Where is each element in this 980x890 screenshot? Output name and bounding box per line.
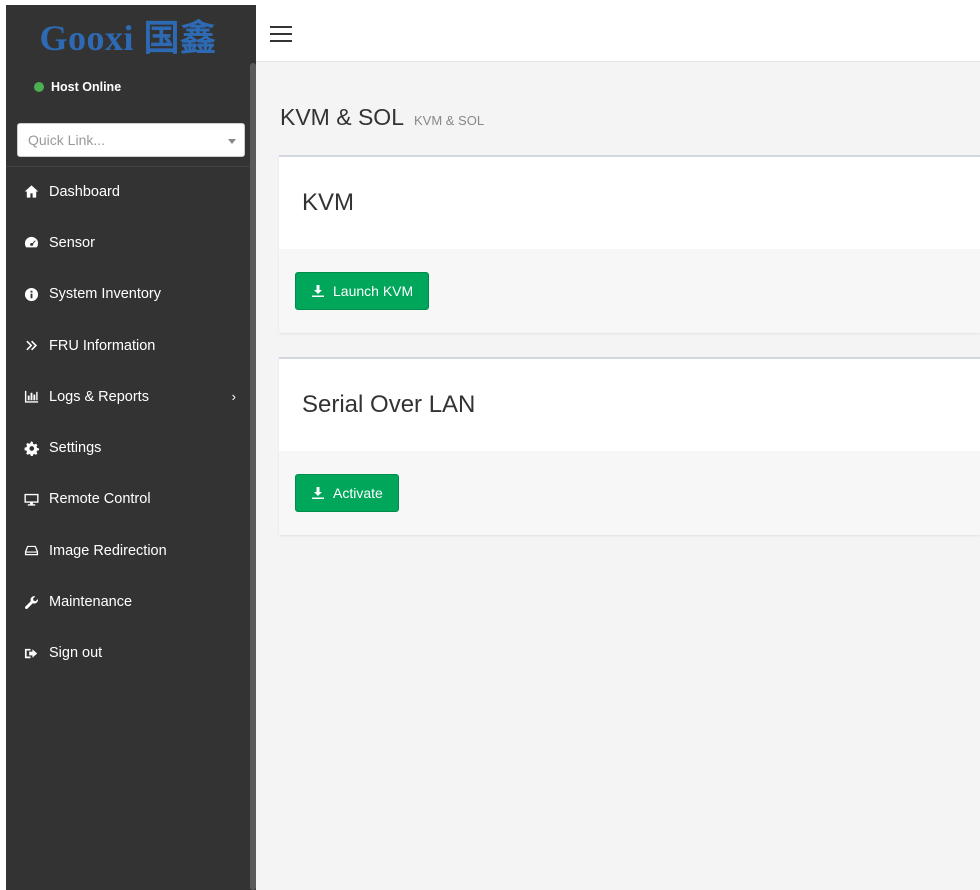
- sidebar-item-fru-information[interactable]: FRU Information: [6, 320, 250, 371]
- sidebar-item-label: Sign out: [49, 645, 103, 662]
- sidebar-item-sensor[interactable]: Sensor: [6, 217, 250, 268]
- sidebar-item-logs-reports[interactable]: Logs & Reports ›: [6, 371, 250, 422]
- sign-out-icon: [23, 645, 39, 661]
- sidebar-item-label: System Inventory: [49, 286, 162, 303]
- launch-kvm-button[interactable]: Launch KVM: [295, 272, 430, 310]
- kvm-box-title: KVM: [279, 157, 980, 249]
- sidebar-item-label: Dashboard: [49, 183, 120, 200]
- top-bar: [256, 5, 980, 62]
- sidebar-item-dashboard[interactable]: Dashboard: [6, 166, 250, 217]
- sidebar-item-label: Remote Control: [49, 491, 151, 508]
- kvm-box-body: Launch KVM: [279, 249, 980, 333]
- download-icon: [312, 487, 324, 499]
- sidebar-item-label: FRU Information: [49, 337, 156, 354]
- home-icon: [23, 184, 39, 200]
- page-title: KVM & SOL: [280, 104, 404, 130]
- menu-toggle-icon[interactable]: [270, 26, 292, 42]
- sidebar-item-system-inventory[interactable]: System Inventory: [6, 269, 250, 320]
- sidebar-item-maintenance[interactable]: Maintenance: [6, 576, 250, 627]
- page-header: KVM & SOL KVM & SOL: [280, 104, 484, 131]
- gear-icon: [23, 440, 39, 456]
- sidebar-item-label: Maintenance: [49, 594, 133, 611]
- quick-link-placeholder: Quick Link...: [28, 132, 106, 148]
- sidebar-item-label: Settings: [49, 440, 102, 457]
- status-dot-icon: [34, 82, 44, 92]
- sol-box-title: Serial Over LAN: [279, 359, 980, 451]
- brand-logo[interactable]: Gooxi 国鑫: [6, 5, 250, 65]
- drive-icon: [23, 543, 39, 559]
- sidebar-item-settings[interactable]: Settings: [6, 422, 250, 473]
- kvm-box: KVM Launch KVM: [279, 155, 980, 333]
- sidebar-item-remote-control[interactable]: Remote Control: [6, 474, 250, 525]
- wrench-icon: [23, 594, 39, 610]
- quick-link-select[interactable]: Quick Link...: [17, 123, 245, 157]
- chevron-right-icon: ›: [231, 389, 236, 405]
- sidebar-item-label: Logs & Reports: [49, 388, 149, 405]
- page-subtitle: KVM & SOL: [413, 113, 485, 128]
- sidebar-item-image-redirection[interactable]: Image Redirection: [6, 525, 250, 576]
- activate-sol-label: Activate: [333, 485, 383, 501]
- sidebar-scrollbar[interactable]: [250, 63, 256, 890]
- sidebar-item-label: Image Redirection: [49, 542, 167, 559]
- dashboard-gauge-icon: [23, 235, 39, 251]
- double-chevron-icon: [23, 338, 39, 354]
- sidebar-item-sign-out[interactable]: Sign out: [6, 628, 250, 679]
- bar-chart-icon: [23, 389, 39, 405]
- sol-box: Serial Over LAN Activate: [279, 357, 980, 535]
- launch-kvm-label: Launch KVM: [333, 283, 414, 299]
- host-status-label: Host Online: [51, 80, 122, 94]
- info-circle-icon: [23, 286, 39, 302]
- sidebar-nav: Dashboard Sensor System Inventory FRU In…: [6, 166, 250, 679]
- download-icon: [312, 285, 324, 297]
- sidebar-item-label: Sensor: [49, 234, 95, 251]
- sol-box-body: Activate: [279, 451, 980, 535]
- caret-down-icon: [228, 139, 236, 144]
- monitor-icon: [23, 491, 39, 507]
- activate-sol-button[interactable]: Activate: [295, 474, 399, 512]
- sidebar: Gooxi 国鑫 Host Online Quick Link... Dashb…: [6, 5, 256, 890]
- host-status: Host Online: [34, 79, 121, 95]
